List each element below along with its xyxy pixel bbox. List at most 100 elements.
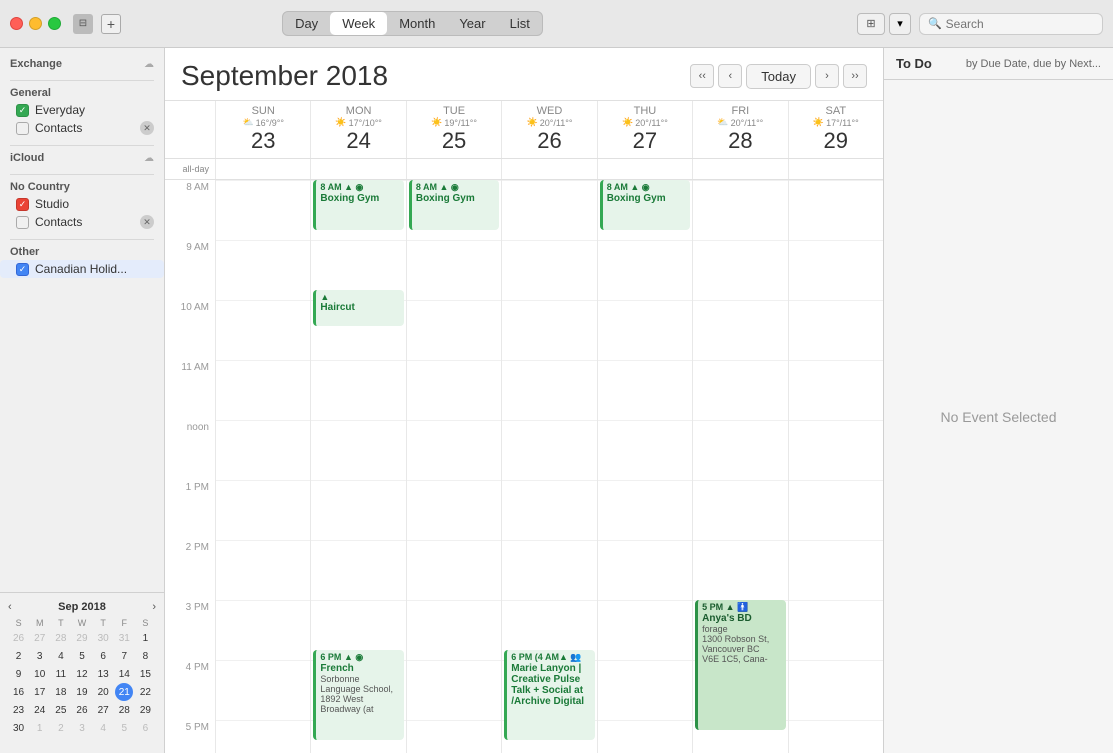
calendar-event[interactable]: 8 AM ▲ ◉ Boxing Gym <box>600 180 690 230</box>
mini-cal-day[interactable]: 31 <box>115 629 133 647</box>
maximize-button[interactable] <box>48 17 61 30</box>
contacts-nocountry-delete-icon[interactable]: ✕ <box>140 215 154 229</box>
day-number[interactable]: 27 <box>600 128 690 154</box>
everyday-checkbox[interactable]: ✓ <box>16 104 29 117</box>
mini-cal-day[interactable]: 10 <box>31 665 49 683</box>
time-col-5[interactable]: 5 PM ▲ 🚹 Anya's BD forage1300 Robson St,… <box>692 180 787 753</box>
allday-cell-sun[interactable] <box>215 159 310 179</box>
calendar-event[interactable]: ▲ Haircut <box>313 290 403 326</box>
allday-cell-tue[interactable] <box>406 159 501 179</box>
mini-cal-day[interactable]: 21 <box>115 683 133 701</box>
mini-cal-day[interactable]: 4 <box>52 647 70 665</box>
cal-nav-forward[interactable]: › <box>815 64 839 88</box>
mini-cal-day[interactable]: 27 <box>94 701 112 719</box>
mini-cal-day[interactable]: 30 <box>94 629 112 647</box>
sidebar-item-contacts-general[interactable]: Contacts ✕ <box>0 119 164 137</box>
allday-cell-thu[interactable] <box>597 159 692 179</box>
tab-month[interactable]: Month <box>387 12 447 35</box>
today-button[interactable]: Today <box>746 64 811 89</box>
mini-cal-day[interactable]: 26 <box>10 629 28 647</box>
grid-view-icon[interactable]: ⊞ <box>857 13 885 35</box>
cal-nav-back[interactable]: ‹ <box>718 64 742 88</box>
dropdown-chevron-icon[interactable]: ▾ <box>889 13 911 35</box>
mini-cal-day[interactable]: 26 <box>73 701 91 719</box>
close-button[interactable] <box>10 17 23 30</box>
day-number[interactable]: 25 <box>409 128 499 154</box>
mini-cal-day[interactable]: 15 <box>136 665 154 683</box>
cal-nav-forward-forward[interactable]: ›› <box>843 64 867 88</box>
time-col-4[interactable]: 8 AM ▲ ◉ Boxing Gym <box>597 180 692 753</box>
time-col-6[interactable] <box>788 180 883 753</box>
mini-cal-day[interactable]: 28 <box>115 701 133 719</box>
time-col-3[interactable]: 6 PM (4 AM▲ 👥 Marie Lanyon | Creative Pu… <box>501 180 596 753</box>
mini-cal-day[interactable]: 12 <box>73 665 91 683</box>
calendar-event[interactable]: 8 AM ▲ ◉ Boxing Gym <box>409 180 499 230</box>
tab-year[interactable]: Year <box>447 12 497 35</box>
mini-cal-day[interactable]: 4 <box>94 719 112 737</box>
mini-cal-day[interactable]: 6 <box>94 647 112 665</box>
search-input[interactable] <box>946 17 1086 31</box>
mini-cal-day[interactable]: 29 <box>73 629 91 647</box>
sidebar-item-canadian-holidays[interactable]: ✓ Canadian Holid... <box>0 260 164 278</box>
right-panel-sort[interactable]: by Due Date, due by Next... <box>966 58 1101 70</box>
mini-cal-day[interactable]: 23 <box>10 701 28 719</box>
calendar-event[interactable]: 6 PM (4 AM▲ 👥 Marie Lanyon | Creative Pu… <box>504 650 594 740</box>
mini-cal-day[interactable]: 13 <box>94 665 112 683</box>
search-bar[interactable]: 🔍 <box>919 13 1103 35</box>
day-number[interactable]: 29 <box>791 128 881 154</box>
mini-cal-day[interactable]: 29 <box>136 701 154 719</box>
mini-cal-day[interactable]: 18 <box>52 683 70 701</box>
day-number[interactable]: 28 <box>695 128 785 154</box>
mini-cal-next-icon[interactable]: › <box>152 601 156 613</box>
sidebar-item-everyday[interactable]: ✓ Everyday <box>0 101 164 119</box>
sidebar-item-contacts-nocountry[interactable]: Contacts ✕ <box>0 213 164 231</box>
calendar-event[interactable]: 5 PM ▲ 🚹 Anya's BD forage1300 Robson St,… <box>695 600 785 730</box>
mini-cal-day[interactable]: 2 <box>52 719 70 737</box>
mini-cal-day[interactable]: 7 <box>115 647 133 665</box>
mini-cal-day[interactable]: 17 <box>31 683 49 701</box>
allday-cell-wed[interactable] <box>501 159 596 179</box>
mini-cal-day[interactable]: 27 <box>31 629 49 647</box>
time-col-2[interactable]: 8 AM ▲ ◉ Boxing Gym <box>406 180 501 753</box>
cal-nav-back-back[interactable]: ‹‹ <box>690 64 714 88</box>
day-number[interactable]: 26 <box>504 128 594 154</box>
minimize-button[interactable] <box>29 17 42 30</box>
mini-cal-day[interactable]: 11 <box>52 665 70 683</box>
allday-cell-mon[interactable] <box>310 159 405 179</box>
tab-list[interactable]: List <box>498 12 542 35</box>
mini-cal-day[interactable]: 5 <box>115 719 133 737</box>
add-button[interactable]: + <box>101 14 121 34</box>
mini-cal-day[interactable]: 24 <box>31 701 49 719</box>
calendar-event[interactable]: 8 AM ▲ ◉ Boxing Gym <box>313 180 403 230</box>
mini-cal-day[interactable]: 8 <box>136 647 154 665</box>
mini-cal-day[interactable]: 2 <box>10 647 28 665</box>
tab-week[interactable]: Week <box>330 12 387 35</box>
tab-day[interactable]: Day <box>283 12 330 35</box>
mini-cal-day[interactable]: 5 <box>73 647 91 665</box>
calendar-event[interactable]: 6 PM ▲ ◉ French Sorbonne Language School… <box>313 650 403 740</box>
contacts-general-delete-icon[interactable]: ✕ <box>140 121 154 135</box>
mini-cal-day[interactable]: 22 <box>136 683 154 701</box>
time-col-1[interactable]: 8 AM ▲ ◉ Boxing Gym ▲ Haircut 6 PM ▲ ◉ F… <box>310 180 405 753</box>
day-number[interactable]: 23 <box>218 128 308 154</box>
mini-cal-day[interactable]: 14 <box>115 665 133 683</box>
sidebar-item-studio[interactable]: ✓ Studio <box>0 195 164 213</box>
mini-cal-day[interactable]: 28 <box>52 629 70 647</box>
sidebar-toggle-icon[interactable]: ⊟ <box>73 14 93 34</box>
contacts-general-checkbox[interactable] <box>16 122 29 135</box>
mini-cal-day[interactable]: 20 <box>94 683 112 701</box>
time-col-0[interactable] <box>215 180 310 753</box>
allday-cell-fri[interactable] <box>692 159 787 179</box>
studio-checkbox[interactable]: ✓ <box>16 198 29 211</box>
mini-cal-day[interactable]: 16 <box>10 683 28 701</box>
mini-cal-day[interactable]: 1 <box>136 629 154 647</box>
mini-cal-day[interactable]: 19 <box>73 683 91 701</box>
allday-cell-sat[interactable] <box>788 159 883 179</box>
contacts-nocountry-checkbox[interactable] <box>16 216 29 229</box>
mini-cal-day[interactable]: 9 <box>10 665 28 683</box>
mini-cal-day[interactable]: 3 <box>73 719 91 737</box>
mini-cal-day[interactable]: 1 <box>31 719 49 737</box>
mini-cal-day[interactable]: 6 <box>136 719 154 737</box>
canadian-holidays-checkbox[interactable]: ✓ <box>16 263 29 276</box>
mini-cal-day[interactable]: 25 <box>52 701 70 719</box>
